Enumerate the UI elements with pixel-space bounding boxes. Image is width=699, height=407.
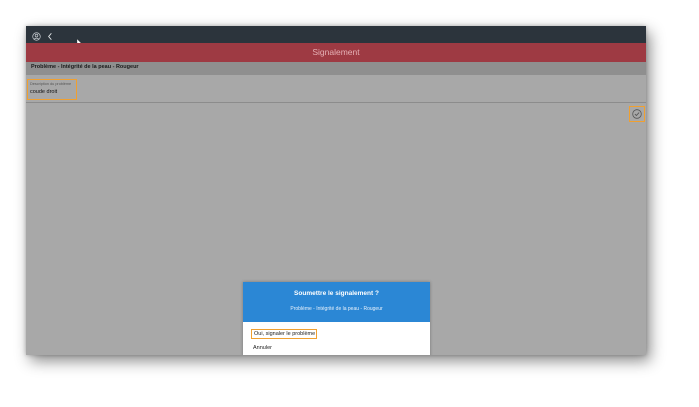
header-bar: Signalement — [26, 43, 646, 62]
breadcrumb: Problème - Intégrité de la peau - Rougeu… — [26, 62, 646, 75]
page-title: Signalement — [312, 47, 360, 57]
confirm-report-button[interactable]: Oui, signaler le problème — [251, 329, 317, 339]
top-bar — [26, 26, 646, 47]
dialog-subtitle: Problème - Intégrité de la peau - Rougeu… — [290, 306, 383, 312]
confirm-button[interactable] — [629, 106, 645, 122]
check-circle-icon — [632, 109, 642, 119]
dialog-title: Soumettre le signalement ? — [294, 290, 379, 297]
app-window: Signalement Problème - Intégrité de la p… — [26, 26, 646, 355]
divider — [26, 102, 646, 103]
dialog-header: Soumettre le signalement ? Problème - In… — [243, 282, 430, 322]
submit-dialog: Soumettre le signalement ? Problème - In… — [243, 282, 430, 355]
description-field[interactable]: Description du problème coude droit — [27, 79, 77, 100]
description-input[interactable]: coude droit — [30, 89, 57, 95]
description-label: Description du problème — [30, 82, 72, 86]
cancel-button[interactable]: Annuler — [253, 345, 272, 351]
breadcrumb-text: Problème - Intégrité de la peau - Rougeu… — [31, 64, 139, 70]
